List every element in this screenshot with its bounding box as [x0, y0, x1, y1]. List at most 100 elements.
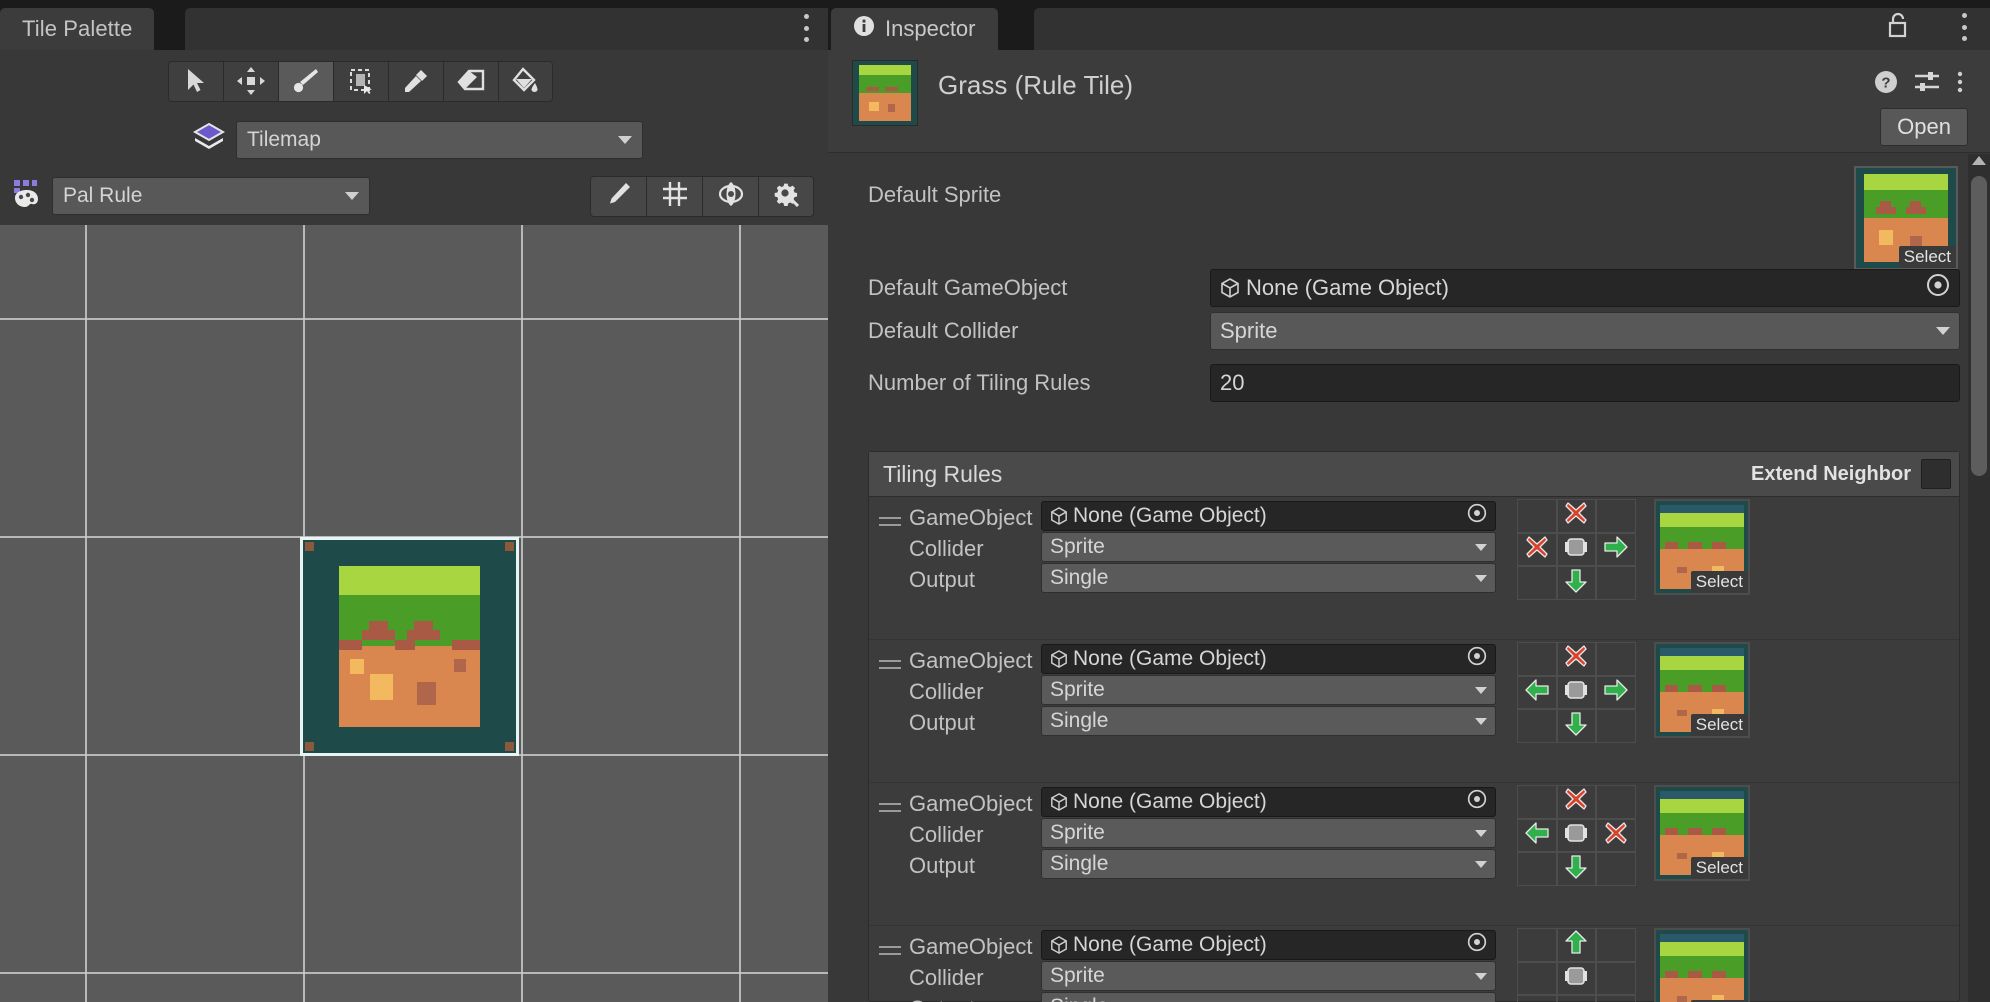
rule-collider-dropdown[interactable]: Sprite — [1041, 532, 1496, 562]
rule-arrow-up-icon[interactable] — [1563, 929, 1589, 960]
rule-matrix-cell[interactable] — [1556, 818, 1597, 853]
rule-matrix-cell[interactable] — [1517, 928, 1557, 962]
rule-collider-dropdown[interactable]: Sprite — [1041, 818, 1496, 848]
selection-handle[interactable] — [505, 542, 514, 551]
rule-matrix-cell[interactable] — [1517, 566, 1557, 600]
rule-arrow-left-icon[interactable] — [1524, 677, 1550, 708]
default-collider-dropdown[interactable]: Sprite — [1210, 312, 1960, 350]
rule-matrix-cell[interactable] — [1556, 785, 1597, 819]
rule-x-icon[interactable] — [1563, 643, 1589, 674]
rule-gameobject-field[interactable]: None (Game Object) — [1041, 644, 1496, 674]
rule-x-icon[interactable] — [1563, 786, 1589, 817]
lock-open-icon[interactable] — [1886, 12, 1910, 43]
select-sprite-chip[interactable]: Select — [1898, 246, 1956, 268]
rule-gameobject-field[interactable]: None (Game Object) — [1041, 787, 1496, 817]
inspector-kebab-icon[interactable] — [1960, 13, 1968, 41]
rule-matrix-cell[interactable] — [1596, 961, 1636, 996]
scroll-up-arrow-icon[interactable] — [1972, 156, 1986, 165]
rule-drag-handle-icon[interactable] — [879, 660, 901, 672]
rule-matrix-cell[interactable] — [1556, 532, 1597, 567]
preset-sliders-icon[interactable] — [1914, 70, 1940, 99]
rule-matrix-cell[interactable] — [1596, 675, 1636, 710]
rule-sprite-preview[interactable]: Select — [1654, 499, 1750, 595]
gizmo-button[interactable] — [702, 175, 758, 217]
box-fill-tool-button[interactable] — [333, 60, 388, 102]
selected-tile-cell[interactable] — [300, 537, 519, 756]
open-button[interactable]: Open — [1880, 108, 1968, 146]
rule-matrix-cell[interactable] — [1596, 928, 1636, 962]
rule-matrix-cell[interactable] — [1517, 532, 1557, 567]
rule-matrix-cell[interactable] — [1517, 675, 1557, 710]
picker-tool-button[interactable] — [388, 60, 443, 102]
help-icon[interactable]: ? — [1874, 70, 1898, 99]
rule-matrix-cell[interactable] — [1517, 709, 1557, 743]
rule-matrix-cell[interactable] — [1517, 642, 1557, 676]
rule-output-dropdown[interactable]: Single — [1041, 706, 1496, 736]
asset-kebab-icon[interactable] — [1956, 70, 1964, 99]
rule-matrix-cell[interactable] — [1596, 499, 1636, 533]
rule-matrix-cell[interactable] — [1556, 709, 1597, 743]
object-picker-icon[interactable] — [1467, 789, 1487, 815]
tab-tile-palette[interactable]: Tile Palette — [0, 8, 155, 50]
rule-matrix-cell[interactable] — [1596, 852, 1636, 886]
edit-palette-button[interactable] — [590, 175, 646, 217]
rule-output-dropdown[interactable]: Single — [1041, 849, 1496, 879]
rule-select-sprite-chip[interactable]: Select — [1690, 571, 1748, 593]
scrollbar-thumb[interactable] — [1971, 176, 1987, 476]
rule-arrow-right-icon[interactable] — [1603, 534, 1629, 565]
rule-drag-handle-icon[interactable] — [879, 803, 901, 815]
rule-sprite-preview[interactable]: Select — [1654, 928, 1750, 1002]
rule-select-sprite-chip[interactable]: Select — [1690, 714, 1748, 736]
rule-drag-handle-icon[interactable] — [879, 946, 901, 958]
rule-matrix-cell[interactable] — [1517, 852, 1557, 886]
rule-gameobject-field[interactable]: None (Game Object) — [1041, 501, 1496, 531]
grid-toggle-button[interactable] — [646, 175, 702, 217]
selection-handle[interactable] — [305, 742, 314, 751]
selection-handle[interactable] — [505, 742, 514, 751]
rule-matrix-cell[interactable] — [1596, 566, 1636, 600]
rule-arrow-right-icon[interactable] — [1603, 677, 1629, 708]
rule-x-icon[interactable] — [1563, 500, 1589, 531]
rule-x-icon[interactable] — [1603, 820, 1629, 851]
rule-matrix-cell[interactable] — [1556, 961, 1597, 996]
move-tool-button[interactable] — [223, 60, 278, 102]
tab-inspector[interactable]: Inspector — [831, 8, 998, 50]
rule-drag-handle-icon[interactable] — [879, 517, 901, 529]
rule-arrow-left-icon[interactable] — [1524, 820, 1550, 851]
rule-sprite-preview[interactable]: Select — [1654, 785, 1750, 881]
rule-matrix-cell[interactable] — [1556, 995, 1597, 1002]
rule-matrix-cell[interactable] — [1596, 995, 1636, 1002]
rule-collider-dropdown[interactable]: Sprite — [1041, 961, 1496, 991]
rule-matrix-cell[interactable] — [1556, 928, 1597, 962]
rule-sprite-preview[interactable]: Select — [1654, 642, 1750, 738]
erase-tool-button[interactable] — [443, 60, 498, 102]
rule-matrix-cell[interactable] — [1556, 675, 1597, 710]
rule-x-icon[interactable] — [1524, 534, 1550, 565]
rule-matrix-cell[interactable] — [1517, 961, 1557, 996]
inspector-scrollbar[interactable] — [1968, 154, 1990, 1002]
settings-button[interactable] — [758, 175, 814, 217]
fill-tool-button[interactable] — [498, 60, 553, 102]
palette-dropdown[interactable]: Pal Rule — [52, 177, 370, 215]
tile-palette-kebab-icon[interactable] — [802, 14, 810, 42]
rule-output-dropdown[interactable]: Single — [1041, 992, 1496, 1002]
rule-collider-dropdown[interactable]: Sprite — [1041, 675, 1496, 705]
rule-matrix-cell[interactable] — [1556, 852, 1597, 886]
number-of-tiling-rules-input[interactable]: 20 — [1210, 364, 1960, 402]
select-tool-button[interactable] — [168, 60, 223, 102]
selection-handle[interactable] — [305, 542, 314, 551]
rule-arrow-down-icon[interactable] — [1563, 711, 1589, 742]
object-picker-icon[interactable] — [1467, 503, 1487, 529]
object-picker-icon[interactable] — [1926, 273, 1950, 303]
rule-matrix-cell[interactable] — [1517, 818, 1557, 853]
rule-matrix-cell[interactable] — [1556, 499, 1597, 533]
rule-matrix-cell[interactable] — [1596, 709, 1636, 743]
rule-matrix-cell[interactable] — [1556, 566, 1597, 600]
rule-arrow-down-icon[interactable] — [1563, 854, 1589, 885]
rule-matrix-cell[interactable] — [1517, 995, 1557, 1002]
default-gameobject-field[interactable]: None (Game Object) — [1210, 269, 1960, 307]
rule-matrix-cell[interactable] — [1517, 499, 1557, 533]
rule-gameobject-field[interactable]: None (Game Object) — [1041, 930, 1496, 960]
tilemap-layer-dropdown[interactable]: Tilemap — [236, 120, 643, 159]
default-sprite-preview[interactable]: Select — [1854, 166, 1958, 270]
